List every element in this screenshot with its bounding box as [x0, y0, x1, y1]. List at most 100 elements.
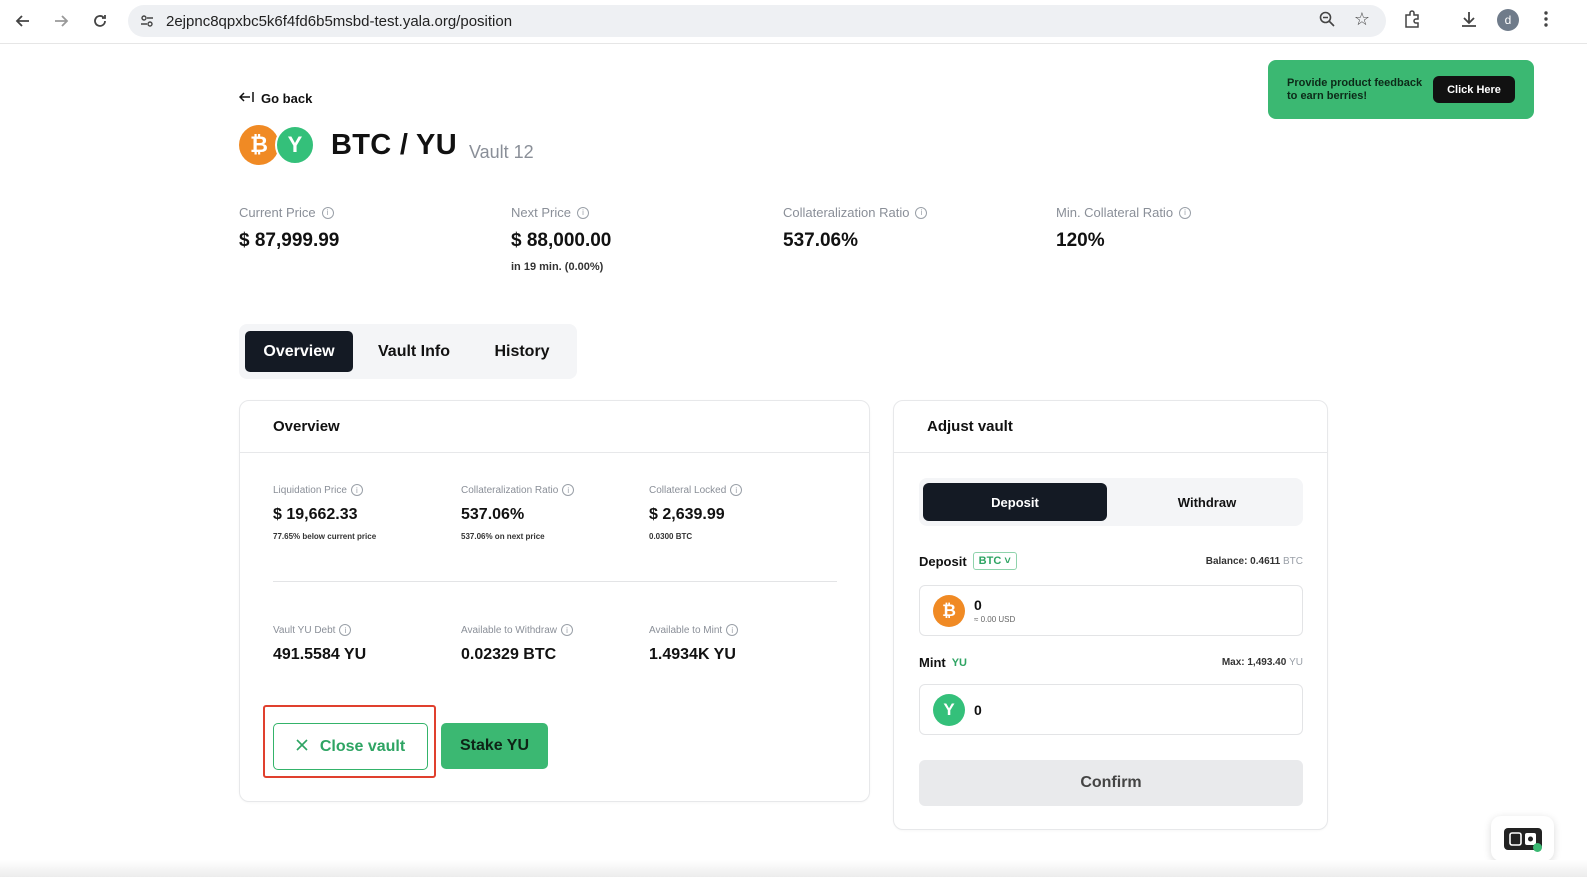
balance-text: Balance: 0.4611 BTC — [1206, 556, 1303, 567]
mint-row: Mint YU Max: 1,493.40 YU — [919, 655, 1303, 670]
deposit-row: Deposit BTC ˅ Balance: 0.4611 BTC — [919, 552, 1303, 570]
adjust-vault-card: Adjust vault Deposit Withdraw Deposit BT… — [893, 400, 1328, 830]
more-menu-icon[interactable] — [1540, 9, 1552, 34]
max-unit: YU — [1289, 657, 1303, 668]
bookmark-star-icon[interactable]: ☆ — [1354, 9, 1370, 30]
chevron-down-icon: ˅ — [1004, 555, 1011, 567]
browser-toolbar: 2ejpnc8qpxbc5k6f4fd6b5msbd-test.yala.org… — [0, 0, 1587, 44]
go-back-link[interactable]: Go back — [238, 90, 313, 106]
item-label: Collateral Locked — [649, 484, 727, 496]
site-settings-icon[interactable] — [136, 10, 158, 32]
item-subtext: 77.65% below current price — [273, 532, 377, 541]
bottom-edge — [0, 860, 1587, 877]
item-value: 491.5584 YU — [273, 646, 367, 663]
deposit-usd-value: ≈ 0.00 USD — [974, 615, 1016, 624]
confirm-button[interactable]: Confirm — [919, 760, 1303, 806]
item-value: 537.06% — [461, 506, 525, 523]
item-label: Liquidation Price — [273, 484, 347, 496]
info-icon[interactable]: i — [726, 624, 739, 636]
balance-value: Balance: 0.4611 — [1205, 555, 1281, 567]
adjust-vault-title: Adjust vault — [894, 401, 1327, 453]
vault-tabs: Overview Vault Info History — [239, 324, 577, 379]
liquidation-price: Liquidation Price i $ 19,662.33 77.65% be… — [273, 484, 376, 541]
profile-avatar[interactable]: d — [1497, 9, 1519, 31]
tab-deposit[interactable]: Deposit — [923, 483, 1107, 521]
item-label: Collateralization Ratio — [461, 484, 559, 496]
stake-yu-button[interactable]: Stake YU — [441, 723, 548, 769]
vault-header: ₿ Y BTC / YU Vault 12 — [239, 125, 534, 165]
available-to-withdraw: Available to Withdraw i 0.02329 BTC — [461, 624, 573, 664]
info-icon[interactable]: i — [339, 624, 352, 636]
stat-next-price: Next Price i $ 88,000.00 in 19 min. (0.00… — [511, 205, 611, 273]
btc-coin-icon: ₿ — [239, 125, 279, 165]
mint-label: Mint — [919, 655, 946, 670]
max-value: Max: 1,493.40 — [1221, 657, 1287, 668]
feedback-banner: Provide product feedback to earn berries… — [1268, 60, 1534, 119]
token-select[interactable]: BTC ˅ — [972, 552, 1017, 570]
page-title: BTC / YU — [331, 128, 457, 161]
vault-number: Vault 12 — [468, 141, 534, 162]
tab-overview[interactable]: Overview — [245, 331, 353, 372]
item-subtext: 0.0300 BTC — [649, 532, 693, 541]
info-icon[interactable]: i — [576, 206, 589, 219]
tab-vault-info[interactable]: Vault Info — [363, 331, 465, 372]
mint-amount-input[interactable]: Y 0 — [919, 684, 1303, 735]
status-dot — [1533, 843, 1542, 852]
stat-min-collateral-ratio: Min. Collateral Ratio i 120% — [1056, 205, 1192, 252]
stat-collateralization-ratio: Collateralization Ratio i 537.06% — [783, 205, 928, 252]
info-icon[interactable]: i — [562, 484, 575, 496]
download-icon[interactable] — [1459, 9, 1479, 34]
item-label: Available to Mint — [649, 624, 723, 636]
stat-value: $ 87,999.99 — [239, 230, 340, 251]
available-to-mint: Available to Mint i 1.4934K YU — [649, 624, 739, 664]
item-value: $ 2,639.99 — [649, 506, 725, 523]
item-label: Available to Withdraw — [461, 624, 557, 636]
collateralization-ratio: Collateralization Ratio i 537.06% 537.06%… — [461, 484, 575, 541]
divider — [273, 581, 837, 582]
collateral-locked: Collateral Locked i $ 2,639.99 0.0300 BTC — [649, 484, 743, 541]
close-icon — [296, 738, 308, 756]
page-content: Go back Provide product feedback to earn… — [0, 45, 1587, 877]
back-arrow-icon[interactable] — [10, 8, 36, 34]
info-icon[interactable]: i — [350, 484, 363, 496]
stat-value: 120% — [1056, 230, 1105, 251]
info-icon[interactable]: i — [730, 484, 743, 496]
feedback-text: Provide product feedback to earn berries… — [1287, 76, 1423, 102]
deposit-amount-value: 0 — [974, 597, 982, 613]
item-value: 0.02329 BTC — [461, 646, 557, 663]
overview-title: Overview — [240, 401, 869, 453]
forward-arrow-icon[interactable] — [48, 8, 74, 34]
reload-icon[interactable] — [87, 8, 113, 34]
close-vault-label: Close vault — [319, 737, 406, 755]
deposit-amount-input[interactable]: ₿ 0 ≈ 0.00 USD — [919, 585, 1303, 636]
go-back-label: Go back — [261, 90, 313, 106]
info-icon[interactable]: i — [560, 624, 573, 636]
stat-label: Min. Collateral Ratio — [1056, 205, 1174, 220]
info-icon[interactable]: i — [1179, 206, 1192, 219]
item-label: Vault YU Debt — [273, 624, 336, 636]
vault-yu-debt: Vault YU Debt i 491.5584 YU — [273, 624, 366, 664]
tab-history[interactable]: History — [475, 331, 569, 372]
yu-coin-icon: Y — [933, 693, 965, 726]
mint-amount-value: 0 — [974, 701, 982, 718]
deposit-label: Deposit — [919, 553, 967, 569]
item-subtext: 537.06% on next price — [461, 532, 545, 541]
info-icon[interactable]: i — [321, 206, 334, 219]
stat-value: 537.06% — [783, 230, 859, 251]
extensions-icon[interactable] — [1402, 9, 1422, 34]
yu-coin-icon: Y — [275, 125, 315, 165]
balance-unit: BTC — [1283, 555, 1303, 567]
tab-withdraw[interactable]: Withdraw — [1115, 483, 1299, 521]
zoom-icon[interactable] — [1318, 10, 1336, 33]
close-vault-button[interactable]: Close vault — [273, 723, 428, 770]
back-arrow-icon — [238, 90, 255, 106]
stat-value: $ 88,000.00 — [511, 230, 612, 251]
address-bar[interactable]: 2ejpnc8qpxbc5k6f4fd6b5msbd-test.yala.org… — [128, 5, 1386, 37]
url-text[interactable]: 2ejpnc8qpxbc5k6f4fd6b5msbd-test.yala.org… — [166, 13, 512, 30]
item-value: 1.4934K YU — [649, 646, 736, 663]
info-icon[interactable]: i — [915, 206, 928, 219]
assistant-widget[interactable] — [1491, 816, 1554, 861]
feedback-click-here-button[interactable]: Click Here — [1433, 76, 1515, 103]
stat-label: Current Price — [239, 205, 316, 220]
btc-coin-icon: ₿ — [933, 594, 965, 627]
